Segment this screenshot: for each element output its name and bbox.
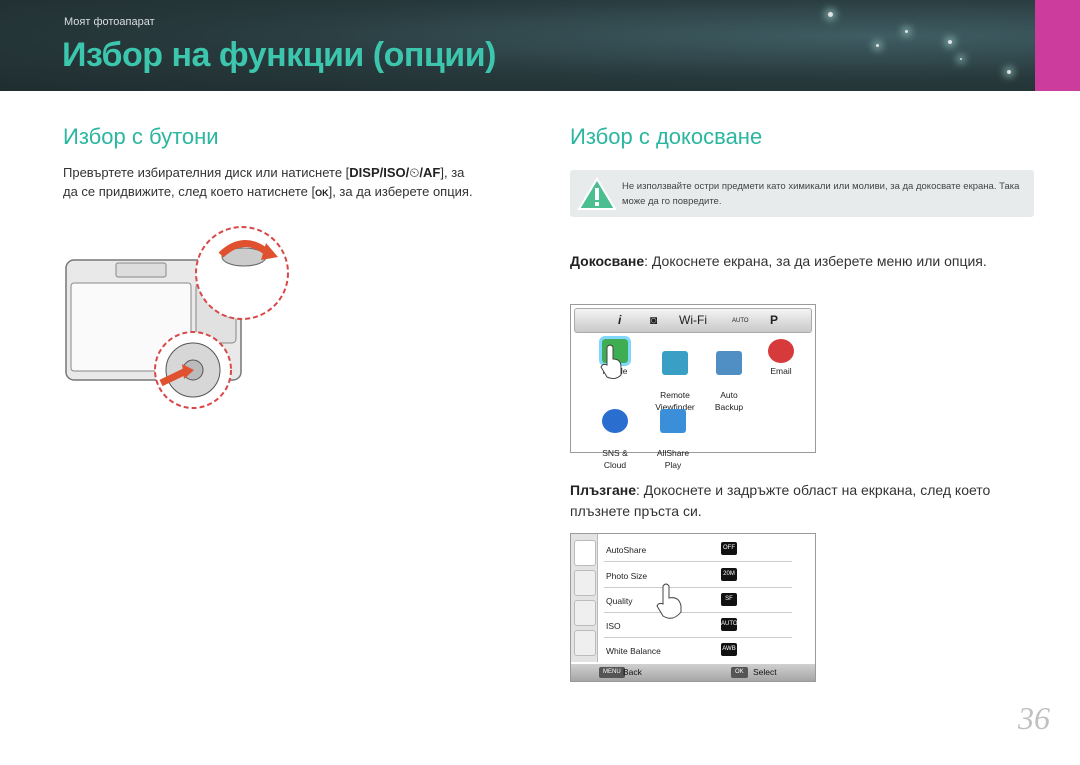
light-dot — [828, 12, 833, 17]
drag-description: Плъзгане: Докоснете и задръжте област на… — [570, 480, 1010, 522]
app-sns-cloud[interactable]: SNS & Cloud — [585, 397, 645, 483]
menu-row-value: OFF — [721, 542, 737, 555]
menu-row[interactable]: ISO AUTO — [604, 612, 792, 638]
menu-sidebar — [571, 534, 598, 662]
instruction-text: да се придвижите, след което натиснете [ — [63, 184, 316, 199]
menu-row[interactable]: Quality SF — [604, 587, 792, 613]
touch-text: : Докоснете екрана, за да изберете меню … — [644, 253, 987, 269]
chapter-tab — [1035, 0, 1080, 91]
light-dot — [905, 30, 908, 33]
header-band: Моят фотоапарат Избор на функции (опции) — [0, 0, 1035, 91]
menu-row-value: SF — [721, 593, 737, 606]
light-dot — [960, 58, 962, 60]
menu-row-label: AutoShare — [606, 545, 647, 555]
app-allshare-play[interactable]: AllShare Play — [643, 397, 703, 483]
back-button[interactable]: Back — [623, 667, 642, 677]
app-label: Email — [770, 366, 792, 376]
app-label: AllShare Play — [656, 448, 690, 470]
camera-tab[interactable]: ◙ — [650, 313, 657, 327]
auto-tab[interactable]: AUTO — [732, 318, 749, 324]
warning-icon — [577, 177, 617, 210]
ok-key-icon: OK — [315, 188, 329, 198]
light-dot — [1007, 70, 1011, 74]
menu-row-label: ISO — [606, 621, 621, 631]
buttons-heading: Избор с бутони — [63, 124, 219, 149]
key-disp-iso: DISP/ISO/ — [349, 165, 410, 180]
finger-tap-icon — [600, 344, 622, 380]
auto-backup-icon — [716, 351, 742, 375]
page-number: 36 — [1018, 700, 1050, 736]
email-icon — [768, 339, 794, 363]
wifi-tab[interactable]: Wi-Fi — [679, 313, 707, 327]
ok-key-icon: OK — [731, 667, 748, 678]
touch-heading: Избор с докосване — [570, 124, 763, 149]
menu-row-label: Photo Size — [606, 571, 648, 581]
sns-cloud-icon — [602, 409, 628, 433]
user-settings-tab[interactable] — [574, 600, 596, 626]
menu-row[interactable]: White Balance AWB — [604, 637, 792, 662]
warning-text: Не използвайте остри предмети като химик… — [622, 181, 1020, 207]
instruction-text: ], за — [440, 165, 465, 180]
section-label: Моят фотоапарат — [64, 16, 155, 28]
app-label: SNS & Cloud — [602, 448, 628, 470]
warning-box: Не използвайте остри предмети като химик… — [570, 170, 1034, 217]
key-af: /AF — [419, 165, 441, 180]
mode-tab-bar: i ◙ Wi-Fi AUTO P — [574, 308, 812, 333]
remote-viewfinder-icon — [662, 351, 688, 375]
instruction-text: Превъртете избирателния диск или натисне… — [63, 165, 350, 180]
app-label: Auto Backup — [714, 390, 744, 412]
light-dot — [948, 40, 952, 44]
camera-settings-tab[interactable] — [574, 540, 596, 566]
menu-row-label: White Balance — [606, 646, 661, 656]
finger-drag-icon — [656, 583, 682, 619]
touch-term: Докосване — [570, 253, 645, 269]
menu-row[interactable]: Photo Size 20M — [604, 562, 792, 588]
menu-row[interactable]: AutoShare OFF — [604, 536, 792, 562]
video-settings-tab[interactable] — [574, 570, 596, 596]
instruction-text: ], за да изберете опция. — [328, 184, 473, 199]
timer-key-icon: ⏲ — [409, 165, 420, 180]
menu-bottom-bar: MENU Back OK Select — [571, 664, 815, 681]
app-auto-backup[interactable]: Auto Backup — [699, 339, 759, 425]
touch-description: Докосване: Докоснете екрана, за да избер… — [570, 251, 1010, 272]
light-dot — [876, 44, 879, 47]
instruction-line-2: да се придвижите, след което натиснете [… — [63, 182, 533, 203]
camera-illustration — [65, 226, 289, 409]
drag-menu-screen: AutoShare OFF Photo Size 20M Quality SF … — [570, 533, 816, 682]
menu-row-value: AWB — [721, 643, 737, 656]
buttons-instructions: Превъртете избирателния диск или натисне… — [63, 163, 533, 203]
menu-row-value: AUTO — [721, 618, 738, 631]
drag-term: Плъзгане — [570, 482, 636, 498]
instruction-line-1: Превъртете избирателния диск или натисне… — [63, 163, 533, 182]
menu-row-value: 20M — [721, 568, 737, 581]
setup-tab[interactable] — [574, 630, 596, 656]
menu-row-label: Quality — [606, 596, 633, 606]
app-email[interactable]: Email — [751, 339, 811, 377]
info-tab[interactable]: i — [618, 313, 621, 327]
allshare-play-icon — [660, 409, 686, 433]
menu-key-icon: MENU — [599, 667, 625, 678]
program-tab[interactable]: P — [770, 313, 778, 327]
page-title: Избор на функции (опции) — [62, 36, 496, 74]
touch-menu-screen: i ◙ Wi-Fi AUTO P Mobile Remote Viewfinde… — [570, 304, 816, 470]
select-button[interactable]: Select — [753, 667, 777, 677]
